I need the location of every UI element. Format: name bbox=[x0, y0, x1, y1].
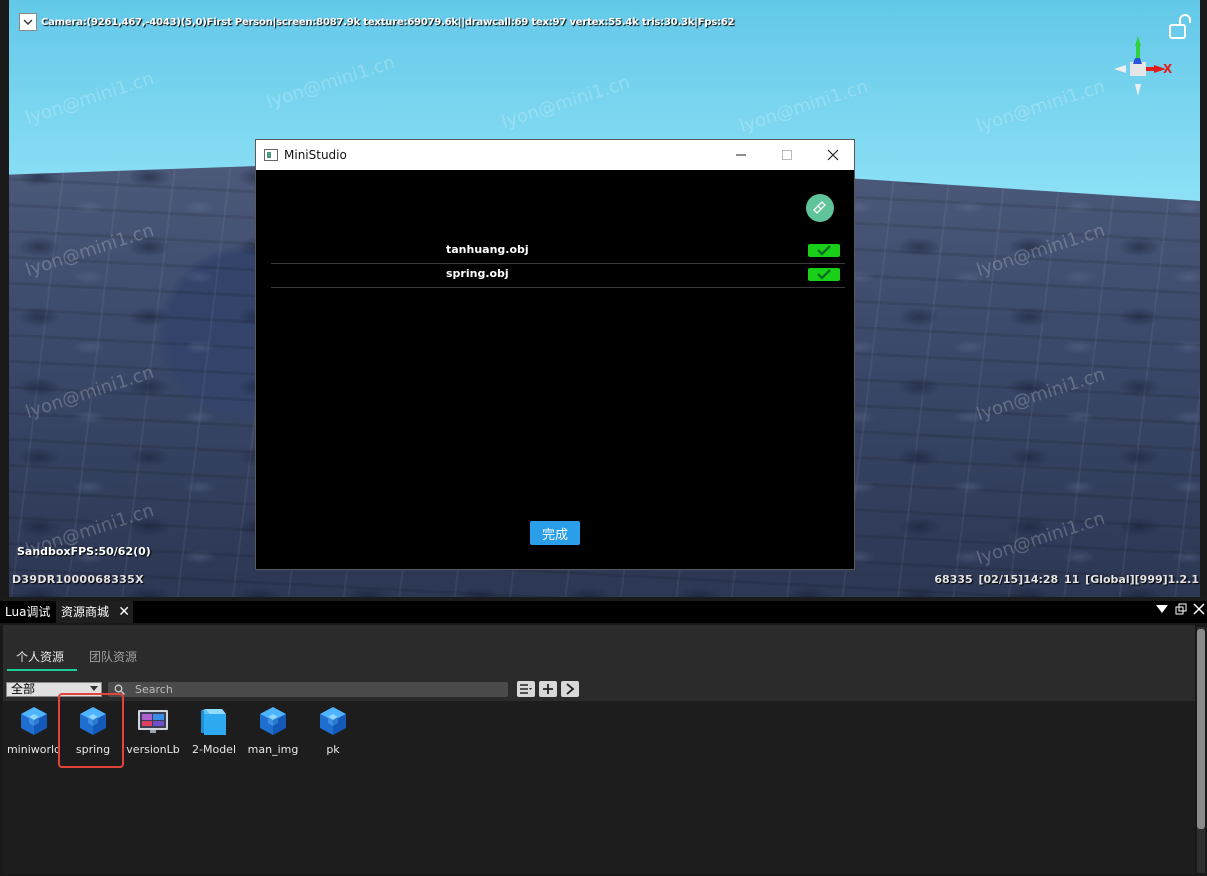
cube-icon bbox=[320, 707, 346, 735]
ministudio-window[interactable]: MiniStudio tanhuang.obj spring.obj 完成 bbox=[255, 139, 855, 570]
file-name: spring.obj bbox=[446, 267, 509, 280]
sandbox-fps-label: SandboxFPS:50/62(0) bbox=[17, 545, 151, 558]
cube-icon bbox=[21, 707, 47, 735]
scrollbar-thumb[interactable] bbox=[1197, 629, 1205, 829]
close-icon bbox=[827, 149, 839, 161]
clear-button[interactable] bbox=[806, 194, 834, 222]
done-button[interactable]: 完成 bbox=[530, 521, 580, 545]
tab-resource-store[interactable]: 资源商城 ✕ bbox=[56, 601, 134, 623]
cube-icon bbox=[260, 707, 286, 735]
asset-label: man_img bbox=[247, 743, 299, 756]
broom-icon bbox=[813, 201, 826, 214]
subtab-personal[interactable]: 个人资源 bbox=[16, 648, 64, 665]
asset-label: miniworld bbox=[6, 743, 62, 756]
resource-toolbar: 全部 bbox=[3, 677, 1195, 701]
minimize-button[interactable] bbox=[718, 140, 764, 170]
maximize-button[interactable] bbox=[764, 140, 810, 170]
window-titlebar[interactable]: MiniStudio bbox=[256, 140, 854, 170]
asset-label: versionLb bbox=[126, 743, 180, 756]
tab-lua-debug[interactable]: Lua调试 bbox=[0, 601, 55, 623]
close-panel-icon[interactable] bbox=[1193, 603, 1205, 615]
panel-tabbar: Lua调试 资源商城 ✕ bbox=[0, 601, 1207, 623]
checkmark-icon bbox=[817, 245, 831, 256]
plus-icon bbox=[543, 684, 553, 694]
light-cube-icon bbox=[201, 709, 226, 735]
next-button[interactable] bbox=[561, 681, 579, 697]
asset-item[interactable]: pk bbox=[303, 705, 363, 756]
active-subtab-indicator bbox=[7, 669, 77, 671]
chevron-right-icon bbox=[566, 683, 575, 695]
search-box[interactable] bbox=[108, 682, 508, 697]
view-mode-button[interactable] bbox=[517, 681, 535, 697]
status-info-label: 68335 [02/15]14:28 11 [Global][999]1.2.1 bbox=[934, 573, 1199, 586]
filter-value: 全部 bbox=[11, 682, 36, 696]
file-row[interactable]: spring.obj bbox=[271, 263, 845, 288]
minimize-icon bbox=[736, 154, 746, 156]
search-input[interactable] bbox=[135, 682, 495, 697]
game-viewport[interactable]: lyon@mini1.cn lyon@mini1.cn lyon@mini1.c… bbox=[0, 0, 1207, 597]
resource-subtabs: 个人资源 团队资源 bbox=[3, 625, 1195, 677]
chevron-down-icon bbox=[23, 19, 33, 25]
triangle-down-icon[interactable] bbox=[1155, 604, 1169, 614]
checkmark-icon bbox=[817, 269, 831, 280]
hud-top-bar: Camera:(9261,467,-4043)(5,0)First Person… bbox=[19, 13, 735, 31]
screen-icon bbox=[138, 710, 168, 733]
asset-item[interactable]: man_img bbox=[243, 705, 303, 756]
resource-panel: Lua调试 资源商城 ✕ 个人资源 团队资源 全部 Search miniwor… bbox=[0, 601, 1207, 876]
file-checkbox[interactable] bbox=[808, 268, 840, 281]
asset-label: pk bbox=[326, 743, 340, 756]
add-resource-button[interactable] bbox=[539, 681, 557, 697]
app-window-icon bbox=[264, 149, 278, 161]
subtab-team[interactable]: 团队资源 bbox=[89, 648, 137, 665]
dropdown-arrow-icon bbox=[90, 686, 98, 691]
asset-label: 2-Model bbox=[192, 743, 236, 756]
file-row[interactable]: tanhuang.obj bbox=[271, 239, 845, 264]
window-title: MiniStudio bbox=[284, 148, 347, 162]
float-window-icon[interactable] bbox=[1175, 603, 1187, 615]
panel-content: 个人资源 团队资源 全部 Search miniworld spring ver… bbox=[3, 625, 1195, 874]
selected-asset-highlight bbox=[58, 693, 124, 768]
panel-scrollbar[interactable] bbox=[1197, 627, 1205, 873]
close-window-button[interactable] bbox=[810, 140, 856, 170]
gizmo-x-label: X bbox=[1163, 62, 1173, 76]
hud-stats-text: Camera:(9261,467,-4043)(5,0)First Person… bbox=[41, 16, 735, 28]
list-view-icon bbox=[520, 684, 532, 694]
file-name: tanhuang.obj bbox=[446, 243, 529, 256]
device-id-label: D39DR1000068335X bbox=[12, 573, 144, 586]
asset-item[interactable]: 2-Model bbox=[184, 705, 244, 756]
panel-toolbar bbox=[1155, 603, 1205, 615]
close-tab-icon[interactable]: ✕ bbox=[118, 601, 130, 623]
file-checkbox[interactable] bbox=[808, 244, 840, 257]
asset-item[interactable]: versionLb bbox=[123, 705, 183, 756]
asset-item[interactable]: miniworld bbox=[4, 705, 64, 756]
hud-dropdown-button[interactable] bbox=[19, 13, 37, 31]
tab-label: 资源商城 bbox=[61, 605, 110, 619]
maximize-icon bbox=[782, 150, 792, 160]
